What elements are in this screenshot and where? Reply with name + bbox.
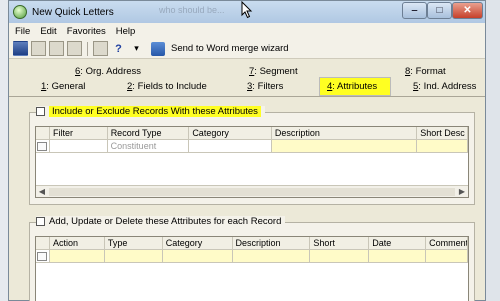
print-preview-icon[interactable] — [31, 41, 46, 56]
tab-general[interactable]: 1: General — [41, 81, 85, 92]
word-merge-icon[interactable] — [151, 41, 165, 56]
tab-fields-to-include[interactable]: 2: Fields to Include — [127, 81, 207, 92]
col-short[interactable]: Short — [310, 237, 370, 250]
include-exclude-group: Include or Exclude Records With these At… — [29, 106, 475, 205]
col-description[interactable]: Description — [271, 127, 418, 140]
add-update-label: Add, Update or Delete these Attributes f… — [49, 216, 282, 227]
include-exclude-grid: Filter Record Type Category Description … — [35, 126, 469, 198]
grid-header-row: Filter Record Type Category Description … — [36, 127, 468, 140]
row-selector-header — [36, 127, 50, 140]
col-description[interactable]: Description — [232, 237, 311, 250]
tab-org-address[interactable]: 6: Org. Address — [75, 66, 141, 77]
mouse-cursor-icon — [241, 1, 253, 19]
menu-bar: File Edit Favorites Help — [9, 23, 485, 39]
include-exclude-header: Include or Exclude Records With these At… — [36, 106, 265, 117]
include-exclude-label: Include or Exclude Records With these At… — [49, 106, 261, 117]
add-update-group: Add, Update or Delete these Attributes f… — [29, 216, 475, 301]
menu-favorites[interactable]: Favorites — [67, 26, 106, 37]
cell-action[interactable] — [49, 250, 105, 263]
col-action[interactable]: Action — [49, 237, 105, 250]
toolbar-separator — [87, 41, 88, 56]
app-icon — [13, 5, 27, 19]
cell-description[interactable] — [271, 140, 418, 153]
cell-category[interactable] — [189, 140, 272, 153]
menu-edit[interactable]: Edit — [40, 26, 56, 37]
help-icon[interactable]: ? — [111, 41, 126, 56]
add-update-grid: Action Type Category Description Short D… — [35, 236, 469, 301]
tab-format[interactable]: 8: Format — [405, 66, 446, 77]
cell-date[interactable] — [369, 250, 427, 263]
cell-description[interactable] — [232, 250, 311, 263]
include-exclude-checkbox[interactable] — [36, 107, 45, 116]
minimize-button[interactable]: ‒ — [402, 2, 427, 19]
cell-short[interactable] — [310, 250, 370, 263]
tab-strip: 6: Org. Address 7: Segment 8: Format 1: … — [9, 59, 485, 97]
quick-letters-window: New Quick Letters who should be... ‒ □ ✕… — [8, 0, 486, 301]
horizontal-scrollbar[interactable]: ◀ ▶ — [36, 185, 468, 197]
table-row[interactable]: Constituent — [36, 140, 468, 153]
col-short-desc[interactable]: Short Desc — [417, 127, 468, 140]
cell-record-type[interactable]: Constituent — [107, 140, 190, 153]
print-icon[interactable] — [49, 41, 64, 56]
scroll-thumb[interactable] — [49, 187, 455, 196]
maximize-button[interactable]: □ — [427, 2, 452, 19]
col-category[interactable]: Category — [189, 127, 272, 140]
export-icon[interactable] — [67, 41, 82, 56]
tab-ind-address[interactable]: 5: Ind. Address — [413, 81, 476, 92]
cell-type[interactable] — [104, 250, 163, 263]
col-type[interactable]: Type — [104, 237, 163, 250]
col-record-type[interactable]: Record Type — [107, 127, 190, 140]
menu-help[interactable]: Help — [116, 26, 136, 37]
row-selector[interactable] — [36, 250, 50, 263]
background-ghost-text: who should be... — [159, 5, 225, 15]
cell-filter[interactable] — [49, 140, 108, 153]
properties-icon[interactable] — [93, 41, 108, 56]
dropdown-arrow-icon[interactable]: ▾ — [129, 41, 144, 56]
word-merge-button[interactable]: Send to Word merge wizard — [171, 43, 289, 54]
row-selector-header — [36, 237, 50, 250]
col-category[interactable]: Category — [162, 237, 233, 250]
toolbar: ? ▾ Send to Word merge wizard — [9, 39, 485, 59]
save-icon[interactable] — [13, 41, 28, 56]
tab-segment[interactable]: 7: Segment — [249, 66, 298, 77]
tab-filters[interactable]: 3: Filters — [247, 81, 283, 92]
row-selector[interactable] — [36, 140, 50, 153]
col-comment[interactable]: Comment — [426, 237, 468, 250]
title-bar[interactable]: New Quick Letters who should be... ‒ □ ✕ — [9, 1, 485, 23]
tab-attributes[interactable]: 4: Attributes — [327, 81, 377, 92]
tab-divider — [9, 96, 485, 97]
table-row[interactable] — [36, 250, 468, 263]
close-button[interactable]: ✕ — [452, 2, 483, 19]
add-update-header: Add, Update or Delete these Attributes f… — [36, 216, 286, 227]
cell-category[interactable] — [162, 250, 233, 263]
menu-file[interactable]: File — [15, 26, 30, 37]
grid-header-row: Action Type Category Description Short D… — [36, 237, 468, 250]
scroll-right-icon[interactable]: ▶ — [456, 187, 468, 196]
cell-short-desc[interactable] — [417, 140, 468, 153]
col-filter[interactable]: Filter — [49, 127, 108, 140]
window-title: New Quick Letters — [32, 6, 114, 18]
cell-comment[interactable] — [426, 250, 468, 263]
add-update-checkbox[interactable] — [36, 217, 45, 226]
col-date[interactable]: Date — [369, 237, 427, 250]
scroll-left-icon[interactable]: ◀ — [36, 187, 48, 196]
